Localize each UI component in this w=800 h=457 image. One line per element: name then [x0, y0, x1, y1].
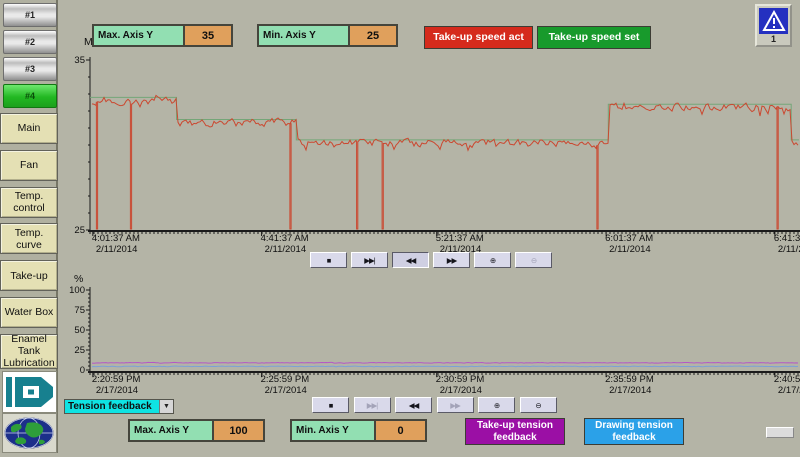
- company-d-logo-icon: [3, 372, 56, 412]
- speed-min-axis-value[interactable]: 25: [348, 26, 396, 45]
- svg-text:4:01:37 AM: 4:01:37 AM: [92, 233, 140, 244]
- takeup-speed-act-button[interactable]: Take-up speed act: [424, 26, 533, 49]
- svg-text:4:41:37 AM: 4:41:37 AM: [261, 233, 309, 244]
- sidebar-pager-2-button[interactable]: #2: [3, 30, 57, 54]
- svg-text:5:21:37 AM: 5:21:37 AM: [436, 233, 484, 244]
- sidebar-item-fan[interactable]: Fan: [0, 150, 58, 181]
- speed-trend-zoom-in-button[interactable]: ⊕: [474, 252, 511, 268]
- svg-text:2/17/2014: 2/17/2014: [440, 385, 482, 396]
- speed-max-axis-label: Max. Axis Y: [94, 26, 183, 45]
- sidebar-item-take-up[interactable]: Take-up: [0, 260, 58, 291]
- warning-triangle-icon: [762, 10, 786, 32]
- svg-text:35: 35: [74, 55, 85, 66]
- sidebar-pager-3-button[interactable]: #3: [3, 57, 57, 81]
- svg-text:2/11/2014: 2/11/2014: [609, 244, 651, 255]
- svg-text:25: 25: [74, 225, 85, 236]
- sidebar-item-temp-curve[interactable]: Temp. curve: [0, 223, 58, 254]
- alarm-icon-area: [759, 8, 788, 34]
- speed-trend-scroll-forward-button[interactable]: ▶▶: [433, 252, 470, 268]
- svg-text:2/17/2014: 2/17/2014: [96, 385, 138, 396]
- speed-max-axis-group: Max. Axis Y 35: [92, 24, 233, 47]
- speed-min-axis-label: Min. Axis Y: [259, 26, 348, 45]
- chevron-down-icon[interactable]: ▼: [159, 400, 173, 413]
- tension-max-axis-label: Max. Axis Y: [130, 421, 212, 440]
- tension-min-axis-value[interactable]: 0: [374, 421, 425, 440]
- sidebar-item-water-box[interactable]: Water Box: [0, 297, 58, 328]
- speed-trend-scroll-back-button[interactable]: ◀◀: [392, 252, 429, 268]
- globe-logo: [2, 413, 57, 453]
- takeup-speed-set-button[interactable]: Take-up speed set: [537, 26, 651, 49]
- alarm-indicator-button[interactable]: 1: [755, 4, 792, 47]
- svg-text:50: 50: [74, 325, 85, 336]
- tension-max-axis-value[interactable]: 100: [212, 421, 263, 440]
- tension-trend-scroll-forward-button: ▶▶: [437, 397, 474, 413]
- tension-trend-skip-to-end-button: ▶▶|: [354, 397, 391, 413]
- feedback-selector-value: Tension feedback: [65, 400, 159, 413]
- svg-text:25: 25: [74, 345, 85, 356]
- svg-text:100: 100: [69, 285, 85, 296]
- svg-text:2/17/2014: 2/17/2014: [609, 385, 651, 396]
- tension-trend-zoom-out-button[interactable]: ⊖: [520, 397, 557, 413]
- alarm-count-badge: 1: [757, 34, 790, 44]
- svg-text:6:01:37 AM: 6:01:37 AM: [605, 233, 653, 244]
- sidebar-item-enamel-tank-lubrication[interactable]: Enamel Tank Lubrication: [0, 334, 58, 369]
- tension-min-axis-label: Min. Axis Y: [292, 421, 374, 440]
- drawing-tension-feedback-button[interactable]: Drawing tension feedback: [584, 418, 684, 445]
- tension-unit-label: %: [74, 273, 83, 285]
- tension-max-axis-group: Max. Axis Y 100: [128, 419, 265, 442]
- sidebar-pager-1-button[interactable]: #1: [3, 3, 57, 27]
- tension-trend-scroll-back-button[interactable]: ◀◀: [395, 397, 432, 413]
- sidebar: #1 #2 #3 #4 Main Fan Temp. control Temp. curve…: [0, 0, 58, 453]
- svg-text:2:20:59 PM: 2:20:59 PM: [92, 374, 141, 385]
- feedback-selector[interactable]: Tension feedback ▼: [64, 399, 174, 414]
- svg-text:2/11/2014: 2/11/2014: [265, 244, 307, 255]
- sidebar-pager-4-button[interactable]: #4: [3, 84, 57, 108]
- speed-max-axis-value[interactable]: 35: [183, 26, 231, 45]
- speed-trend-stop-button[interactable]: ■: [310, 252, 347, 268]
- tension-trend-stop-button[interactable]: ■: [312, 397, 349, 413]
- svg-text:2:25:59 PM: 2:25:59 PM: [261, 374, 310, 385]
- svg-text:2/17/2014: 2/17/2014: [265, 385, 307, 396]
- svg-text:2:35:59 PM: 2:35:59 PM: [605, 374, 654, 385]
- takeup-tension-feedback-button[interactable]: Take-up tension feedback: [465, 418, 565, 445]
- small-utility-button[interactable]: [766, 427, 794, 438]
- svg-text:6:41:37 AM: 6:41:37 AM: [774, 233, 800, 244]
- company-logo: [2, 371, 57, 413]
- svg-text:2/17/2014: 2/17/2014: [778, 385, 800, 396]
- svg-text:75: 75: [74, 305, 85, 316]
- svg-text:0: 0: [80, 365, 85, 376]
- svg-text:2/11/2014: 2/11/2014: [96, 244, 138, 255]
- globe-icon: [3, 414, 56, 452]
- speed-trend-zoom-out-button: ⊖: [515, 252, 552, 268]
- trend-charts-layer: 25354:01:37 AM2/11/20144:41:37 AM2/11/20…: [0, 0, 800, 453]
- speed-trend-skip-to-end-button[interactable]: ▶▶|: [351, 252, 388, 268]
- svg-text:2:30:59 PM: 2:30:59 PM: [436, 374, 485, 385]
- sidebar-item-temp-control[interactable]: Temp. control: [0, 187, 58, 218]
- svg-text:2:40:59 PM: 2:40:59 PM: [774, 374, 800, 385]
- tension-min-axis-group: Min. Axis Y 0: [290, 419, 427, 442]
- tension-trend-zoom-in-button[interactable]: ⊕: [478, 397, 515, 413]
- sidebar-item-main[interactable]: Main: [0, 113, 58, 144]
- speed-min-axis-group: Min. Axis Y 25: [257, 24, 398, 47]
- svg-text:2/11/2014: 2/11/2014: [778, 244, 800, 255]
